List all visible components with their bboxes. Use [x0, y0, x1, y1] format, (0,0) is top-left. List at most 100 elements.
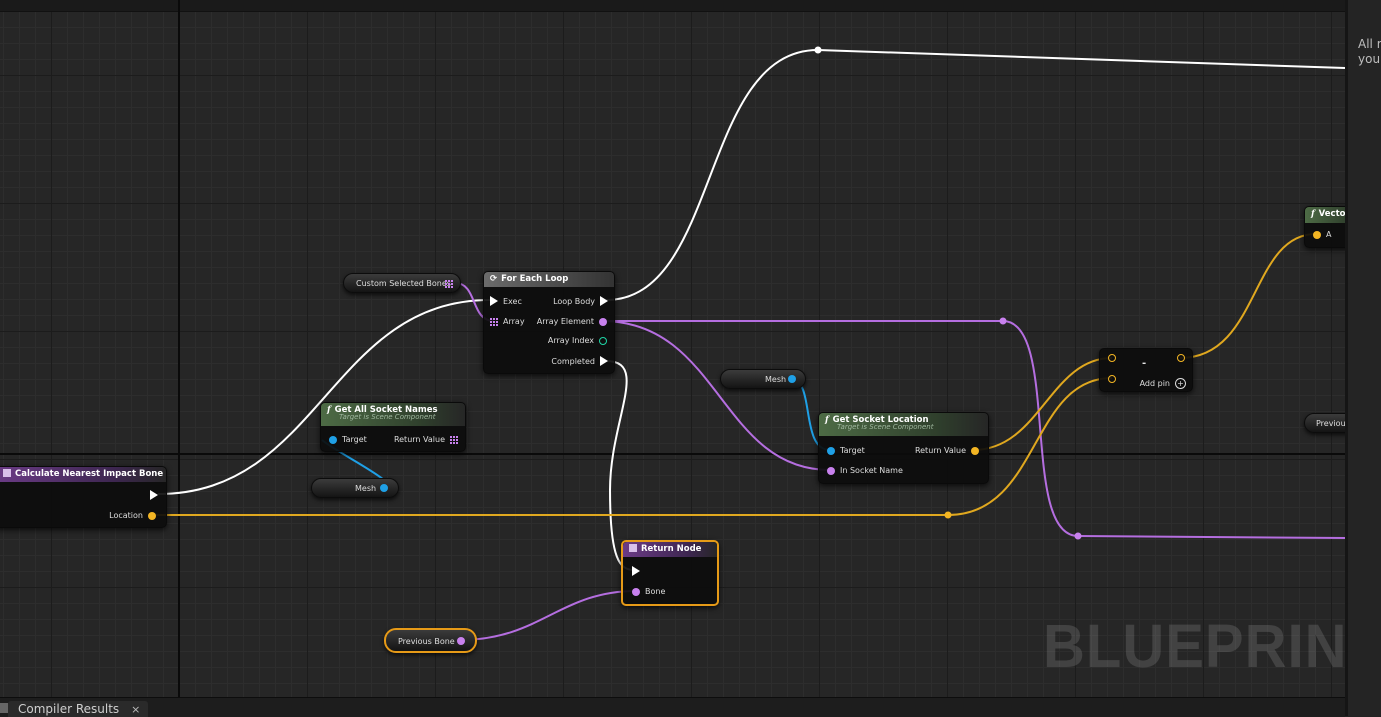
exec-arrow-icon — [600, 356, 608, 366]
mesh-2-text: Mesh — [355, 484, 377, 493]
return-value-pin[interactable]: Return Value — [915, 446, 979, 455]
vector-in-a-pin[interactable] — [1108, 354, 1116, 362]
object-pin-icon[interactable] — [380, 484, 388, 492]
bottom-tab-bar: Compiler Results × — [0, 697, 1345, 717]
custom-selected-bones-text: Custom Selected Bones — [356, 279, 451, 288]
function-entry-title: Calculate Nearest Impact Bone — [15, 469, 164, 479]
exec-arrow-icon — [150, 490, 158, 500]
vector-in-b-pin[interactable] — [1108, 375, 1116, 383]
exec-in-pin[interactable] — [632, 566, 640, 576]
exec-arrow-icon — [490, 296, 498, 306]
get-all-socket-names-node[interactable]: f Get All Socket Names Target is Scene Co… — [320, 402, 466, 452]
completed-pin[interactable]: Completed — [551, 356, 608, 366]
get-all-socket-names-header: f Get All Socket Names Target is Scene Co… — [321, 403, 465, 426]
array-pin-icon[interactable] — [445, 280, 453, 288]
exec-arrow-icon — [600, 296, 608, 306]
exec-wire-completed-to-return[interactable] — [605, 360, 635, 571]
array-in-pin[interactable]: Array — [490, 317, 525, 326]
location-pin[interactable]: Location — [109, 511, 156, 520]
exec-pin-label: Exec — [503, 296, 522, 306]
name-pin-icon[interactable] — [457, 637, 465, 645]
in-socket-name-pin[interactable]: In Socket Name — [827, 466, 903, 475]
loop-body-label: Loop Body — [553, 296, 595, 306]
vector-out-pin[interactable] — [1177, 354, 1185, 362]
bone-pin[interactable]: Bone — [632, 587, 665, 596]
function-icon: f — [825, 415, 829, 425]
array-element-pin[interactable]: Array Element — [537, 317, 607, 326]
custom-selected-bones-label: Custom Selected Bones — [356, 279, 451, 288]
mesh-2-label: Mesh — [355, 484, 376, 493]
object-pin-icon — [827, 446, 835, 455]
previous-bone-label: Previous Bone — [398, 637, 455, 646]
exec-out-pin[interactable] — [150, 490, 158, 500]
vector-pin-icon — [1313, 230, 1321, 239]
return-node[interactable]: Return Node Bone — [621, 540, 719, 606]
get-socket-location-node[interactable]: f Get Socket Location Target is Scene Com… — [818, 412, 989, 484]
for-each-loop-title: For Each Loop — [501, 274, 569, 284]
target-pin[interactable]: Target — [329, 435, 367, 444]
details-line-1: All r — [1358, 37, 1381, 51]
close-icon[interactable]: × — [131, 703, 140, 716]
reroute-knot-name-2[interactable] — [1074, 532, 1082, 540]
vector-pin-icon — [148, 511, 156, 520]
function-entry-node[interactable]: Calculate Nearest Impact Bone Location — [0, 466, 167, 528]
array-index-pin[interactable]: Array Index — [548, 336, 607, 345]
tab-compiler-results[interactable]: Compiler Results × — [8, 701, 149, 717]
return-value-pin[interactable]: Return Value — [394, 435, 458, 444]
for-each-loop-node[interactable]: ⟳ For Each Loop Exec Array Loop Body Arra… — [483, 271, 615, 374]
mesh-getter-1[interactable]: Mesh — [720, 369, 806, 389]
tab-strip-icon — [0, 703, 8, 713]
bone-pin-label: Bone — [645, 587, 666, 596]
reroute-knot-name[interactable] — [999, 317, 1007, 325]
array-pin-icon — [450, 435, 458, 444]
previous-getter-partial[interactable]: Previou — [1304, 413, 1345, 433]
mesh-1-text: Mesh — [765, 375, 787, 384]
array-pin-icon — [490, 317, 498, 326]
in-socket-name-label: In Socket Name — [840, 466, 903, 475]
vector-wire-add-to-vector[interactable] — [1179, 233, 1317, 359]
target-label: Target — [342, 435, 367, 444]
vector-pin-icon — [971, 446, 979, 455]
blueprint-graph-canvas[interactable]: Calculate Nearest Impact Bone Location C… — [0, 0, 1345, 697]
name-pin-icon — [632, 587, 640, 596]
mesh-getter-2[interactable]: Mesh — [311, 478, 399, 498]
vector-a-label: A — [1326, 230, 1332, 239]
location-pin-label: Location — [109, 511, 143, 520]
vector-node-partial[interactable]: f Vecto A — [1304, 206, 1345, 248]
get-socket-location-subtitle: Target is Scene Component — [837, 423, 934, 431]
get-all-socket-names-subtitle: Target is Scene Component — [339, 413, 436, 421]
object-pin-icon[interactable] — [788, 375, 796, 383]
array-index-label: Array Index — [547, 336, 594, 345]
reroute-knot-vector[interactable] — [944, 511, 952, 519]
blueprint-watermark: BLUEPRINT — [1043, 612, 1345, 681]
add-pin-button[interactable]: Add pin + — [1140, 378, 1186, 389]
return-value-label: Return Value — [914, 446, 966, 455]
add-pin-label: Add pin — [1139, 379, 1170, 388]
loop-icon: ⟳ — [490, 274, 498, 284]
vector-wire-socketloc-to-add[interactable] — [972, 357, 1113, 451]
previous-partial-text: Previou — [1316, 419, 1345, 428]
object-pin-icon — [329, 435, 337, 444]
exec-wire-loopbody-to-offscreen[interactable] — [605, 48, 1345, 301]
name-wire-element-to-socketname[interactable] — [601, 320, 831, 471]
custom-selected-bones-getter[interactable]: Custom Selected Bones — [343, 273, 461, 293]
return-value-label: Return Value — [393, 435, 445, 444]
previous-bone-getter[interactable]: Previous Bone — [384, 628, 477, 653]
return-node-header: Return Node — [623, 542, 717, 557]
subtract-vector-node[interactable]: - Add pin + — [1099, 348, 1193, 392]
vector-a-pin[interactable]: A — [1313, 230, 1331, 239]
get-socket-location-header: f Get Socket Location Target is Scene Com… — [819, 413, 988, 436]
exec-wire-calc-to-foreach[interactable] — [157, 299, 491, 495]
target-pin[interactable]: Target — [827, 446, 865, 455]
previous-partial-label: Previou — [1316, 419, 1345, 428]
function-icon: f — [1311, 209, 1315, 219]
function-icon — [3, 469, 11, 477]
operator-symbol: - — [1142, 358, 1147, 369]
vector-node-title: Vecto — [1318, 209, 1345, 219]
target-label: Target — [840, 446, 865, 455]
name-wire-prevbone-to-return[interactable] — [459, 590, 637, 641]
reroute-knot-exec[interactable] — [814, 46, 822, 54]
plus-circle-icon: + — [1175, 378, 1186, 389]
exec-in-pin[interactable]: Exec — [490, 296, 522, 306]
loop-body-pin[interactable]: Loop Body — [553, 296, 608, 306]
